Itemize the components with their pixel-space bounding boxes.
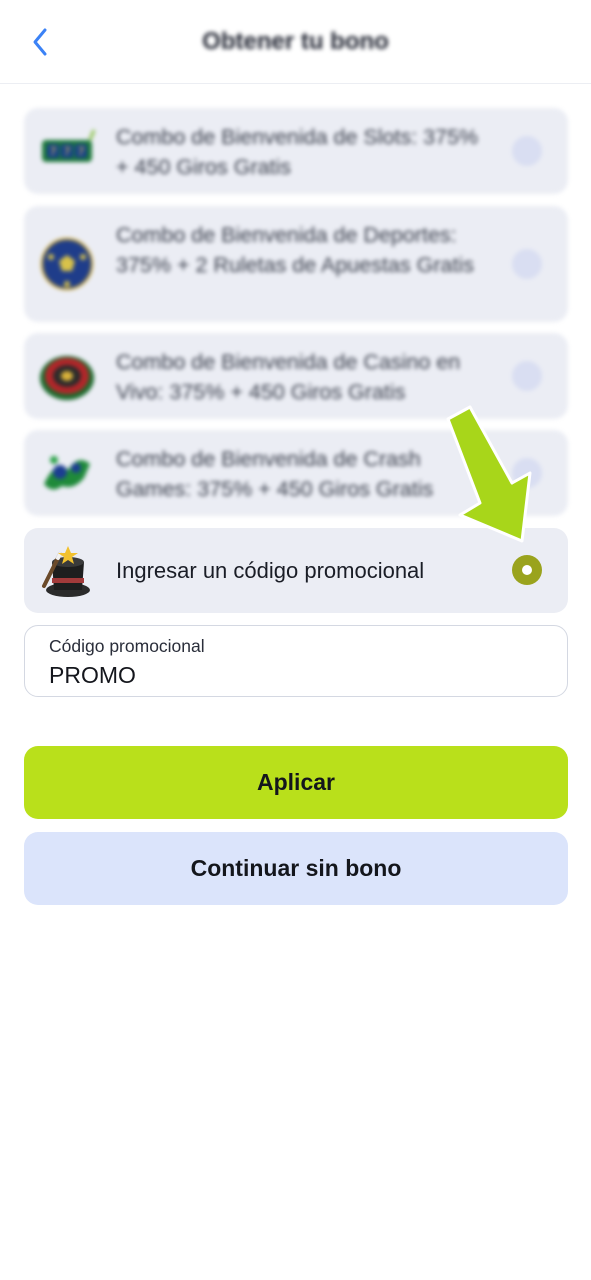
bonus-option-label: Combo de Bienvenida de Deportes: 375% + … xyxy=(116,223,474,277)
bonus-option-sports[interactable]: Combo de Bienvenida de Deportes: 375% + … xyxy=(24,206,568,322)
svg-text:7: 7 xyxy=(64,145,71,158)
slots-icon: 7 7 7 xyxy=(38,122,96,180)
promo-option-label: Ingresar un código promocional xyxy=(116,558,425,583)
svg-text:7: 7 xyxy=(78,145,85,158)
radio-button-selected[interactable] xyxy=(512,555,542,585)
page-title: Obtener tu bono xyxy=(202,28,389,55)
bonus-option-label: Combo de Bienvenida de Crash Games: 375%… xyxy=(116,447,434,501)
continue-without-bonus-button[interactable]: Continuar sin bono xyxy=(24,832,568,905)
bonus-option-live-casino[interactable]: Combo de Bienvenida de Casino en Vivo: 3… xyxy=(24,333,568,419)
promo-code-option[interactable]: Ingresar un código promocional xyxy=(24,528,568,613)
radio-button[interactable] xyxy=(512,361,542,391)
svg-text:7: 7 xyxy=(50,145,57,158)
bonus-option-label: Combo de Bienvenida de Slots: 375% + 450… xyxy=(116,125,479,179)
promo-code-input[interactable] xyxy=(49,660,529,690)
soccer-ball-icon xyxy=(38,235,96,293)
roulette-icon xyxy=(38,347,96,405)
radio-button[interactable] xyxy=(512,249,542,279)
apply-button[interactable]: Aplicar xyxy=(24,746,568,819)
promo-code-field[interactable]: Código promocional xyxy=(24,625,568,697)
header-bar: Obtener tu bono xyxy=(0,0,591,84)
radio-button[interactable] xyxy=(512,136,542,166)
radio-button[interactable] xyxy=(512,458,542,488)
magic-hat-icon xyxy=(38,542,96,600)
bonus-option-crash-games[interactable]: Combo de Bienvenida de Crash Games: 375%… xyxy=(24,430,568,516)
bonus-option-label: Combo de Bienvenida de Casino en Vivo: 3… xyxy=(116,350,461,404)
bonus-option-slots[interactable]: 7 7 7 Combo de Bienvenida de Slots: 375%… xyxy=(24,108,568,194)
crash-game-icon xyxy=(38,444,96,502)
promo-code-label: Código promocional xyxy=(49,636,205,656)
